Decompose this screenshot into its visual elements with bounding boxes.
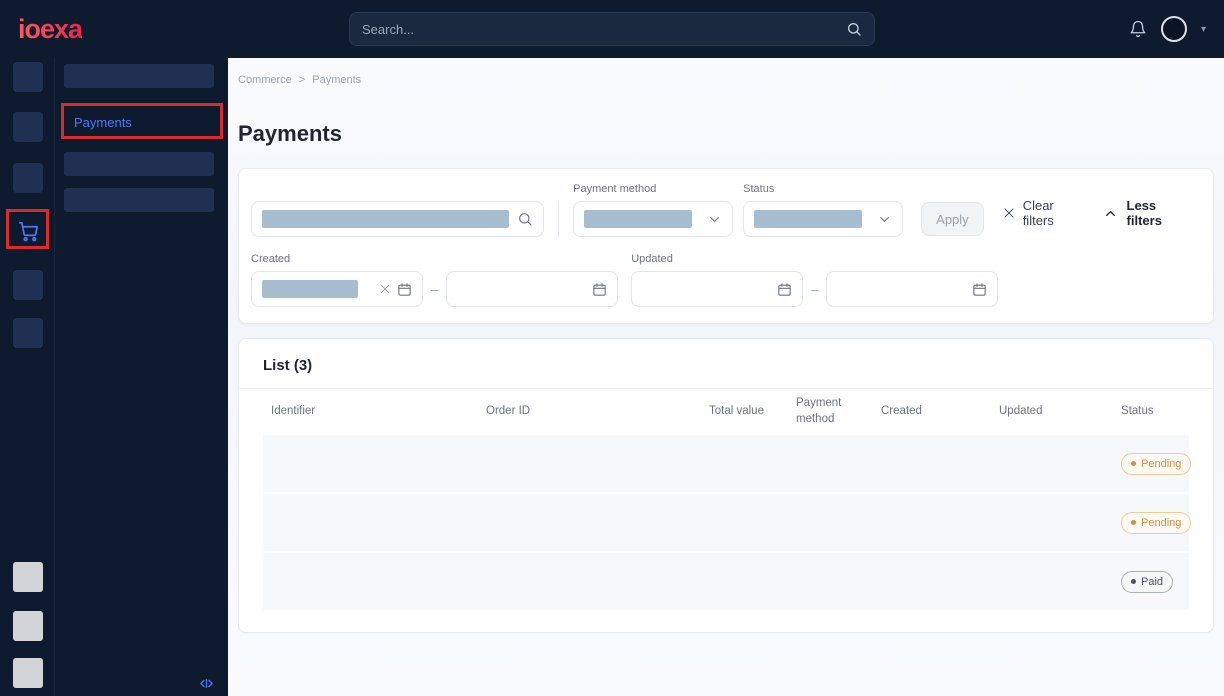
subnav-item-redacted[interactable] <box>64 188 214 212</box>
redacted-date-value <box>262 280 358 298</box>
redacted-select-value <box>584 210 692 228</box>
created-label: Created <box>251 253 618 265</box>
date-range-dash: – <box>431 282 438 297</box>
calendar-icon <box>397 282 412 297</box>
payments-list-panel: List (3) Identifier Order ID Total value… <box>238 338 1214 633</box>
filter-search-input[interactable] <box>251 201 544 237</box>
status-badge: Pending <box>1121 512 1191 534</box>
column-header-updated: Updated <box>999 404 1121 420</box>
list-count-heading: List (3) <box>239 339 1213 389</box>
main-content: Commerce > Payments Payments Payment m <box>228 58 1224 696</box>
redacted-select-value <box>754 210 862 228</box>
status-badge: Pending <box>1121 453 1191 475</box>
column-header-status: Status <box>1121 404 1189 420</box>
table-row[interactable]: Paid <box>263 553 1189 610</box>
updated-from-date-input[interactable] <box>631 271 803 307</box>
less-filters-button[interactable]: Less filters <box>1103 198 1191 228</box>
collapse-sidebar-icon <box>199 676 214 691</box>
search-input[interactable] <box>362 22 846 37</box>
status-select[interactable] <box>743 201 903 237</box>
search-icon <box>517 211 533 227</box>
notifications-bell-icon[interactable] <box>1129 20 1147 38</box>
breadcrumb-payments[interactable]: Payments <box>312 74 361 86</box>
filters-panel: Payment method Status <box>238 168 1214 324</box>
sidebar-bottom-item-redacted[interactable] <box>13 562 43 592</box>
status-dot-icon <box>1131 579 1136 584</box>
redacted-search-value <box>262 210 509 228</box>
breadcrumb-commerce[interactable]: Commerce <box>238 74 292 86</box>
sidebar-nav-item-redacted[interactable] <box>13 163 43 193</box>
sidebar-nav-item-redacted[interactable] <box>13 62 43 92</box>
status-dot-icon <box>1131 461 1136 466</box>
less-filters-label: Less filters <box>1127 198 1191 228</box>
column-header-payment-method: Payment method <box>796 396 881 427</box>
global-search[interactable] <box>349 12 875 46</box>
sidebar-nav-item-redacted[interactable] <box>13 270 43 300</box>
payments-table: Identifier Order ID Total value Payment … <box>239 389 1213 610</box>
user-menu-caret-icon[interactable]: ▾ <box>1201 24 1206 35</box>
created-to-date-input[interactable] <box>446 271 618 307</box>
payment-method-label: Payment method <box>573 183 733 195</box>
breadcrumb: Commerce > Payments <box>238 74 1214 86</box>
status-dot-icon <box>1131 520 1136 525</box>
table-row[interactable]: Pending <box>263 435 1189 492</box>
payment-method-select[interactable] <box>573 201 733 237</box>
sidebar-item-payments[interactable]: Payments <box>64 107 214 137</box>
breadcrumb-separator: > <box>299 74 305 86</box>
page-title: Payments <box>238 121 1214 147</box>
created-from-date-input[interactable] <box>251 271 423 307</box>
commerce-cart-nav-button[interactable] <box>13 215 43 247</box>
table-row[interactable]: Pending <box>263 494 1189 551</box>
status-badge: Paid <box>1121 571 1173 593</box>
status-label: Status <box>743 183 903 195</box>
chevron-down-icon <box>877 212 892 227</box>
sidebar-nav-item-redacted[interactable] <box>13 318 43 348</box>
clear-date-icon[interactable] <box>379 283 391 295</box>
clear-filters-label: Clear filters <box>1023 198 1085 228</box>
topbar: ioexa ▾ <box>0 0 1224 58</box>
column-header-identifier: Identifier <box>271 404 486 420</box>
sidebar-item-payments-label: Payments <box>74 115 132 130</box>
calendar-icon <box>592 282 607 297</box>
chevron-up-icon <box>1103 206 1118 221</box>
shopping-cart-icon <box>17 220 40 243</box>
close-icon <box>1002 206 1016 220</box>
sidebar-bottom-item-redacted[interactable] <box>13 658 43 688</box>
sidebar-collapse-toggle[interactable] <box>199 676 214 691</box>
date-range-dash: – <box>811 282 818 297</box>
icon-sidebar <box>0 58 55 696</box>
apply-button[interactable]: Apply <box>921 202 984 236</box>
column-header-order-id: Order ID <box>486 404 709 420</box>
column-header-created: Created <box>881 404 999 420</box>
sidebar-bottom-item-redacted[interactable] <box>13 611 43 641</box>
column-header-total-value: Total value <box>709 404 796 420</box>
secondary-sidebar: Payments <box>55 58 228 696</box>
subnav-item-redacted[interactable] <box>64 64 214 88</box>
updated-label: Updated <box>631 253 998 265</box>
updated-to-date-input[interactable] <box>826 271 998 307</box>
sidebar-nav-item-redacted[interactable] <box>13 112 43 142</box>
vertical-divider <box>558 201 559 237</box>
chevron-down-icon <box>707 212 722 227</box>
app-window: ioexa ▾ <box>0 0 1224 696</box>
table-header-row: Identifier Order ID Total value Payment … <box>263 389 1189 435</box>
search-icon <box>846 21 862 37</box>
user-avatar[interactable] <box>1161 16 1187 42</box>
subnav-item-redacted[interactable] <box>64 152 214 176</box>
app-logo: ioexa <box>18 14 82 45</box>
clear-filters-button[interactable]: Clear filters <box>1002 198 1085 228</box>
calendar-icon <box>777 282 792 297</box>
calendar-icon <box>972 282 987 297</box>
